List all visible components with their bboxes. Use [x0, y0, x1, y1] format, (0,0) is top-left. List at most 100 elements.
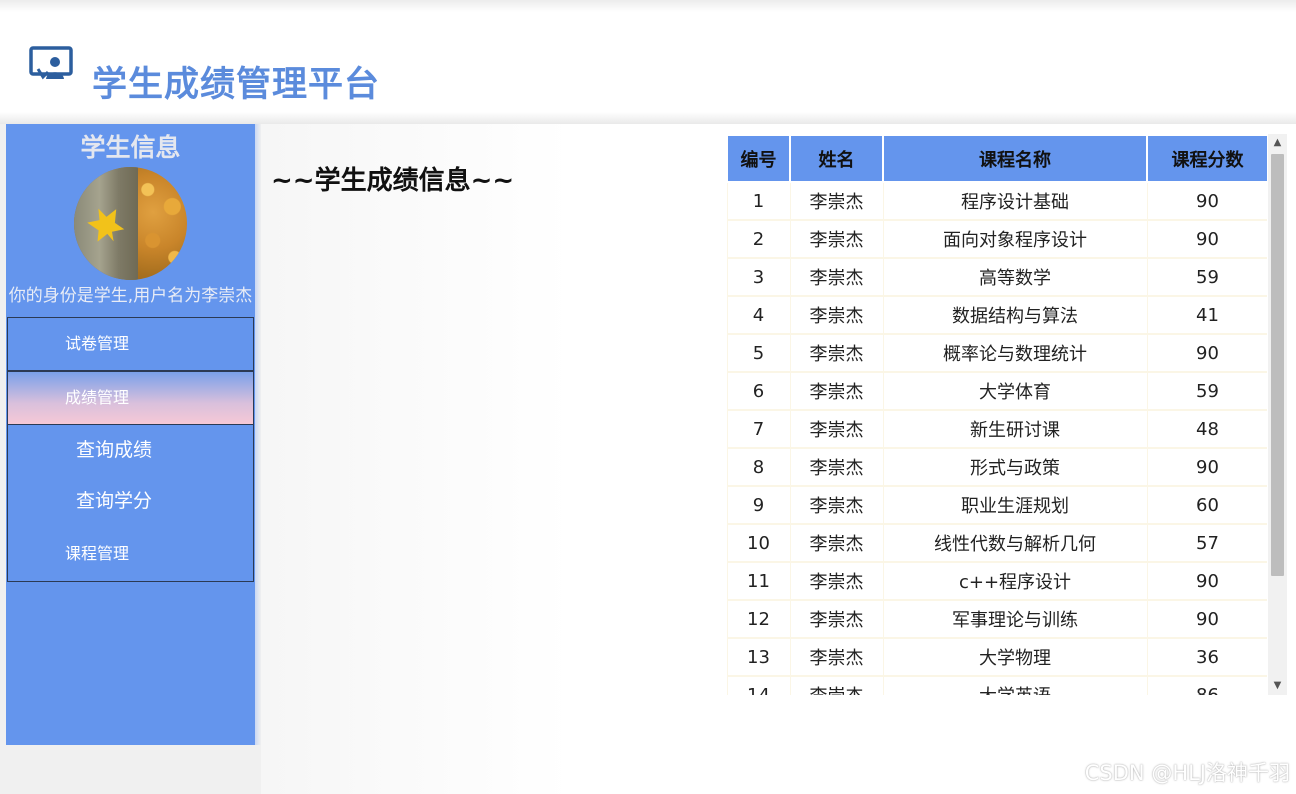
- cell-score: 60: [1146, 485, 1267, 525]
- cell-name: 李崇杰: [789, 485, 884, 525]
- watermark: CSDN @HLJ洛神千羽: [1084, 761, 1290, 785]
- table-row: 2 李崇杰 面向对象程序设计 90: [726, 219, 1267, 259]
- cell-course: 程序设计基础: [882, 181, 1148, 221]
- cell-id: 11: [726, 561, 791, 601]
- cell-score: 36: [1146, 637, 1267, 677]
- cell-id: 8: [726, 447, 791, 487]
- cell-course: 数据结构与算法: [882, 295, 1148, 335]
- table-row: 3 李崇杰 高等数学 59: [726, 257, 1267, 297]
- cell-id: 2: [726, 219, 791, 259]
- cell-name: 李崇杰: [789, 409, 884, 449]
- cell-score: 59: [1146, 257, 1267, 297]
- sidebar: 学生信息 你的身份是学生,用户名为李崇杰 试卷管理 成绩管理 查询成绩 查询学分…: [6, 124, 255, 745]
- cell-name: 李崇杰: [789, 219, 884, 259]
- cell-name: 李崇杰: [789, 637, 884, 677]
- sidebar-menu: 试卷管理 成绩管理 查询成绩 查询学分 课程管理: [7, 317, 254, 582]
- cell-score: 41: [1146, 295, 1267, 335]
- cell-name: 李崇杰: [789, 371, 884, 411]
- cell-id: 13: [726, 637, 791, 677]
- cell-name: 李崇杰: [789, 295, 884, 335]
- scroll-down-arrow-icon[interactable]: ▼: [1268, 677, 1287, 695]
- cell-name: 李崇杰: [789, 181, 884, 221]
- cell-score: 59: [1146, 371, 1267, 411]
- sidebar-item-grade-management[interactable]: 成绩管理: [7, 371, 254, 425]
- cell-course: 职业生涯规划: [882, 485, 1148, 525]
- cell-name: 李崇杰: [789, 257, 884, 297]
- cell-course: 新生研讨课: [882, 409, 1148, 449]
- table-row: 8 李崇杰 形式与政策 90: [726, 447, 1267, 487]
- column-header-score: 课程分数: [1146, 134, 1267, 183]
- cell-course: 大学物理: [882, 637, 1148, 677]
- table-row: 13 李崇杰 大学物理 36: [726, 637, 1267, 677]
- table-row: 4 李崇杰 数据结构与算法 41: [726, 295, 1267, 335]
- main-content: ~~学生成绩信息~~ 编号 姓名 课程名称 课程分数 1 李崇杰 程序设计基础 90 2…: [261, 124, 1296, 794]
- scroll-up-arrow-icon[interactable]: ▲: [1268, 134, 1287, 152]
- cell-score: 90: [1146, 447, 1267, 487]
- cell-name: 李崇杰: [789, 675, 884, 695]
- cell-course: 概率论与数理统计: [882, 333, 1148, 373]
- sidebar-title: 学生信息: [80, 133, 181, 162]
- cell-name: 李崇杰: [789, 599, 884, 639]
- table-header-row: 编号 姓名 课程名称 课程分数: [726, 134, 1267, 183]
- header-shadow: [0, 112, 1296, 124]
- cell-name: 李崇杰: [789, 447, 884, 487]
- app-header: 学生成绩管理平台: [0, 12, 1296, 112]
- cell-score: 86: [1146, 675, 1267, 695]
- table-row: 6 李崇杰 大学体育 59: [726, 371, 1267, 411]
- cell-score: 90: [1146, 181, 1267, 221]
- cell-score: 90: [1146, 219, 1267, 259]
- cell-id: 3: [726, 257, 791, 297]
- monitor-user-icon: [29, 46, 73, 80]
- table-row: 12 李崇杰 军事理论与训练 90: [726, 599, 1267, 639]
- cell-score: 48: [1146, 409, 1267, 449]
- avatar-bokeh: [138, 167, 187, 280]
- cell-id: 6: [726, 371, 791, 411]
- table-row: 11 李崇杰 c++程序设计 90: [726, 561, 1267, 601]
- user-identity-text: 你的身份是学生,用户名为李崇杰: [8, 286, 253, 306]
- cell-id: 9: [726, 485, 791, 525]
- cell-score: 57: [1146, 523, 1267, 563]
- sidebar-subitem-query-credits[interactable]: 查询学分: [8, 476, 253, 527]
- cell-course: 线性代数与解析几何: [882, 523, 1148, 563]
- grades-table: 编号 姓名 课程名称 课程分数 1 李崇杰 程序设计基础 90 2 李崇杰 面向对象程序设计…: [726, 134, 1267, 695]
- grades-table-container[interactable]: 编号 姓名 课程名称 课程分数 1 李崇杰 程序设计基础 90 2 李崇杰 面向对象程序设计…: [726, 134, 1267, 695]
- table-row: 14李崇杰大学英语86: [726, 675, 1267, 695]
- sidebar-item-exam-management[interactable]: 试卷管理: [7, 317, 254, 371]
- cell-id: 14: [726, 675, 791, 695]
- cell-course: 军事理论与训练: [882, 599, 1148, 639]
- table-row: 7 李崇杰 新生研讨课 48: [726, 409, 1267, 449]
- cell-id: 7: [726, 409, 791, 449]
- table-body: 1 李崇杰 程序设计基础 90 2 李崇杰 面向对象程序设计 90 3 李崇杰 高等数学 59 4 李崇杰…: [726, 181, 1267, 695]
- table-row: 9 李崇杰 职业生涯规划 60: [726, 485, 1267, 525]
- cell-course: 形式与政策: [882, 447, 1148, 487]
- cell-name: 李崇杰: [789, 333, 884, 373]
- cell-course: 高等数学: [882, 257, 1148, 297]
- sidebar-subitem-query-grades[interactable]: 查询成绩: [8, 425, 253, 476]
- avatar: [74, 167, 187, 280]
- cell-id: 12: [726, 599, 791, 639]
- table-row: 1 李崇杰 程序设计基础 90: [726, 181, 1267, 221]
- cell-id: 5: [726, 333, 791, 373]
- column-header-id: 编号: [726, 134, 791, 183]
- sidebar-submenu: 查询成绩 查询学分: [7, 425, 254, 528]
- cell-score: 90: [1146, 333, 1267, 373]
- page-title: ~~学生成绩信息~~: [271, 166, 515, 196]
- sidebar-item-course-management[interactable]: 课程管理: [7, 528, 254, 582]
- cell-name: 李崇杰: [789, 523, 884, 563]
- table-row: 10 李崇杰 线性代数与解析几何 57: [726, 523, 1267, 563]
- app-title: 学生成绩管理平台: [92, 65, 381, 105]
- cell-score: 90: [1146, 561, 1267, 601]
- cell-id: 10: [726, 523, 791, 563]
- cell-course: c++程序设计: [882, 561, 1148, 601]
- top-border: [0, 0, 1296, 12]
- cell-course: 面向对象程序设计: [882, 219, 1148, 259]
- cell-name: 李崇杰: [789, 561, 884, 601]
- cell-score: 90: [1146, 599, 1267, 639]
- table-scrollbar[interactable]: ▲ ▼: [1268, 134, 1287, 695]
- cell-id: 4: [726, 295, 791, 335]
- column-header-name: 姓名: [789, 134, 884, 183]
- cell-course: 大学英语: [882, 675, 1148, 695]
- scrollbar-thumb[interactable]: [1271, 154, 1284, 576]
- cell-id: 1: [726, 181, 791, 221]
- cell-course: 大学体育: [882, 371, 1148, 411]
